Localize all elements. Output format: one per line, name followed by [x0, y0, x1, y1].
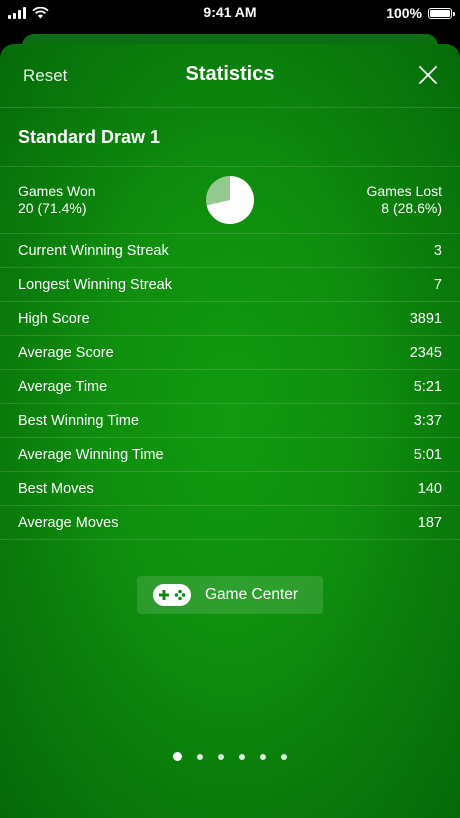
stat-row: Average Score 2345: [0, 336, 460, 370]
stat-label: Average Score: [18, 344, 114, 361]
page-title: Statistics: [185, 63, 275, 85]
stat-label: High Score: [18, 310, 90, 327]
close-icon[interactable]: [418, 65, 438, 85]
stat-label: Best Winning Time: [18, 412, 139, 429]
games-won-label: Games Won: [18, 183, 96, 199]
games-lost-label: Games Lost: [366, 183, 442, 199]
stat-row: Average Moves 187: [0, 506, 460, 540]
page-dot[interactable]: [197, 753, 203, 760]
stat-row: Best Winning Time 3:37: [0, 404, 460, 438]
stat-value: 7: [433, 276, 442, 293]
stat-row: Best Moves 140: [0, 472, 460, 506]
stat-value: 3: [433, 242, 442, 259]
page-indicator[interactable]: [0, 752, 460, 761]
page-dot[interactable]: [218, 753, 224, 760]
stat-value: 5:01: [413, 446, 442, 463]
stat-label: Best Moves: [18, 480, 94, 497]
page-dot[interactable]: [281, 753, 287, 760]
stats-list: Current Winning Streak 3 Longest Winning S…: [0, 234, 460, 540]
win-loss-pie-chart: [206, 176, 254, 224]
stat-value: 187: [417, 514, 442, 531]
stat-label: Average Time: [18, 378, 108, 395]
page-dot[interactable]: [239, 753, 245, 760]
gamepad-icon: [153, 584, 191, 606]
stat-label: Longest Winning Streak: [18, 276, 172, 293]
stat-row: Average Time 5:21: [0, 370, 460, 404]
win-loss-summary: Games Won 20 (71.4%) Games Lost 8 (28.6%…: [0, 167, 460, 234]
status-bar: 9:41 AM 100%: [0, 0, 460, 26]
page-dot[interactable]: [173, 752, 182, 761]
games-won: Games Won 20 (71.4%): [18, 183, 96, 217]
stat-value: 2345: [409, 344, 442, 361]
stat-label: Current Winning Streak: [18, 242, 169, 259]
stat-value: 140: [417, 480, 442, 497]
stat-label: Average Moves: [18, 514, 119, 531]
nav-bar: Reset Statistics: [0, 44, 460, 108]
game-center-label: Game Center: [205, 586, 299, 603]
stat-row: Current Winning Streak 3: [0, 234, 460, 268]
statistics-sheet: Reset Statistics Standard Draw 1 Games W…: [0, 44, 460, 818]
stat-row: Average Winning Time 5:01: [0, 438, 460, 472]
page-dot[interactable]: [260, 753, 266, 760]
battery-icon: [428, 7, 455, 19]
stat-value: 3891: [409, 310, 442, 327]
stat-label: Average Winning Time: [18, 446, 164, 463]
stat-row: Longest Winning Streak 7: [0, 268, 460, 302]
games-lost: Games Lost 8 (28.6%): [367, 183, 442, 217]
stat-value: 3:37: [413, 412, 442, 429]
games-won-value: 20 (71.4%): [18, 200, 87, 216]
status-time: 9:41 AM: [203, 4, 257, 20]
game-center-button[interactable]: Game Center: [137, 576, 323, 614]
game-mode-title: Standard Draw 1: [0, 108, 460, 167]
stat-value: 5:21: [413, 378, 442, 395]
stat-row: High Score 3891: [0, 302, 460, 336]
games-lost-value: 8 (28.6%): [381, 200, 442, 216]
